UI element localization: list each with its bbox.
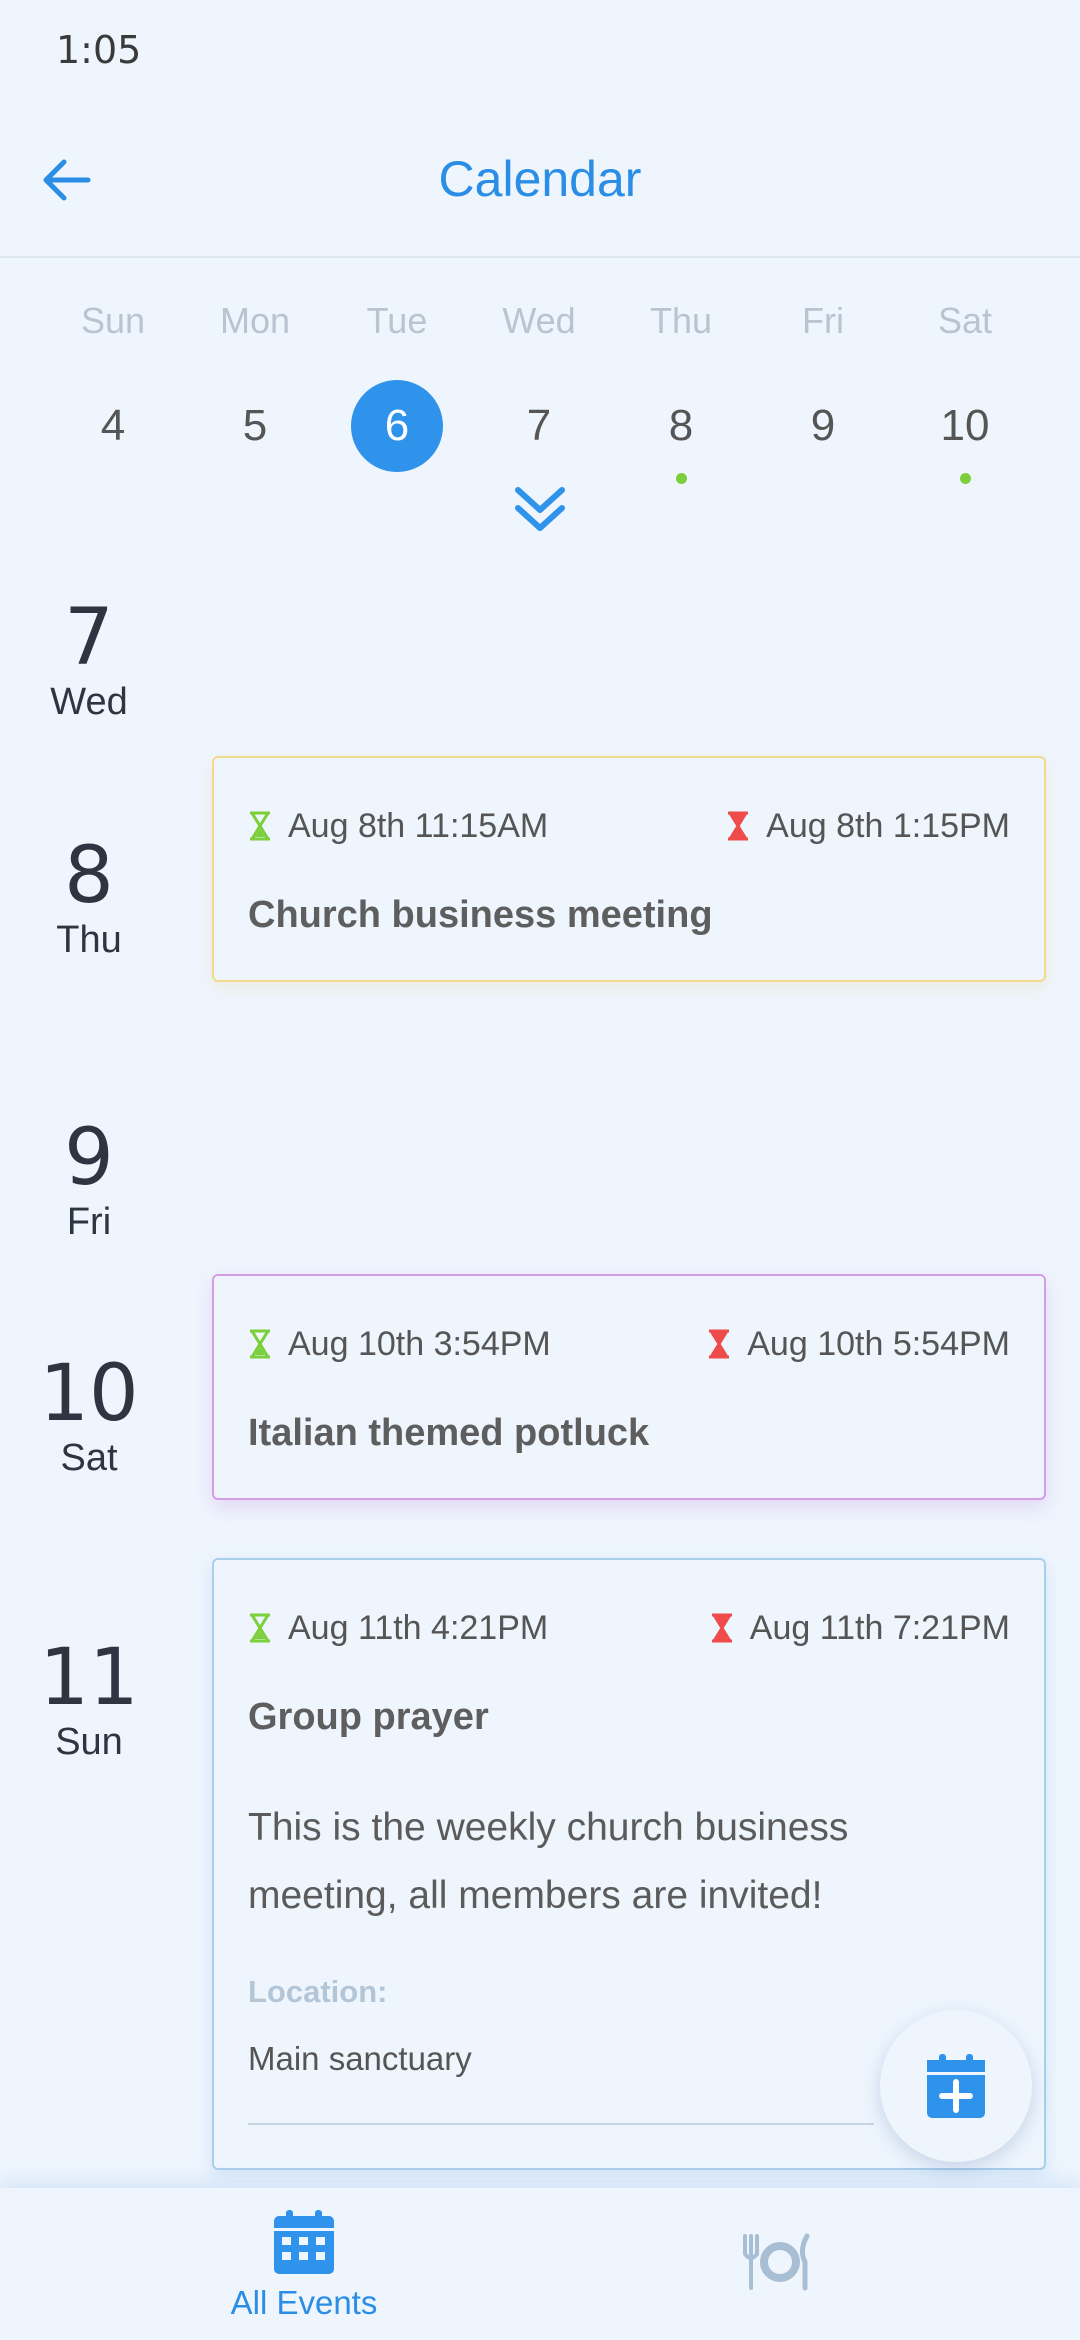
dow-sat: Sat bbox=[937, 300, 993, 341]
day-of-week-row: Sun Mon Tue Wed Thu Fri Sat bbox=[0, 300, 1080, 342]
calendar-grid-icon bbox=[274, 2210, 334, 2274]
date-number: 4 bbox=[100, 401, 126, 450]
event-end-time: Aug 8th 1:15PM bbox=[766, 806, 1010, 845]
event-end: Aug 10th 5:54PM bbox=[707, 1325, 1010, 1364]
event-time-row: Aug 8th 11:15AM Aug 8th 1:15PM bbox=[248, 804, 1010, 848]
hourglass-end-icon bbox=[728, 811, 749, 841]
week-strip: Sun Mon Tue Wed Thu Fri Sat 4 5 6 7 8 9 … bbox=[0, 258, 1080, 548]
agenda-day-name: Sun bbox=[55, 1721, 123, 1763]
agenda-day-number: 7 bbox=[64, 593, 114, 683]
agenda-day-11: 11 Sun bbox=[0, 1636, 178, 1764]
event-card[interactable]: Aug 10th 3:54PM Aug 10th 5:54PM Italian … bbox=[212, 1274, 1046, 1500]
event-start-time: Aug 10th 3:54PM bbox=[288, 1324, 551, 1363]
agenda-day-name: Fri bbox=[66, 1201, 112, 1243]
date-row: 4 5 6 7 8 9 10 bbox=[0, 380, 1080, 484]
calendar-add-icon bbox=[927, 2054, 985, 2118]
dow-wed: Wed bbox=[502, 300, 576, 341]
event-card[interactable]: Aug 8th 11:15AM Aug 8th 1:15PM Church bu… bbox=[212, 756, 1046, 982]
status-bar: 1:05 bbox=[0, 0, 1080, 100]
date-cell-5[interactable]: 5 bbox=[184, 380, 326, 472]
hourglass-start-icon bbox=[250, 1329, 270, 1359]
hourglass-start-icon bbox=[250, 811, 270, 841]
event-title: Church business meeting bbox=[248, 894, 713, 936]
dining-plate-icon bbox=[743, 2233, 810, 2291]
event-start-time: Aug 11th 4:21PM bbox=[288, 1608, 549, 1647]
location-value: Main sanctuary bbox=[248, 2040, 472, 2077]
event-end-time: Aug 10th 5:54PM bbox=[747, 1324, 1010, 1363]
agenda-day-name: Sat bbox=[60, 1437, 118, 1479]
event-start-time: Aug 8th 11:15AM bbox=[288, 806, 549, 845]
hourglass-end-icon bbox=[711, 1613, 732, 1643]
event-time-row: Aug 11th 4:21PM Aug 11th 7:21PM bbox=[248, 1606, 1010, 1650]
add-event-button[interactable] bbox=[880, 2010, 1032, 2162]
nav-all-events[interactable]: All Events bbox=[154, 2188, 454, 2340]
double-chevron-down-icon bbox=[515, 487, 565, 531]
date-number: 8 bbox=[668, 401, 694, 450]
dow-thu: Thu bbox=[649, 300, 713, 341]
expand-calendar-button[interactable] bbox=[510, 480, 570, 540]
agenda-day-number: 11 bbox=[39, 1633, 139, 1723]
date-cell-4[interactable]: 4 bbox=[42, 380, 184, 472]
event-end: Aug 11th 7:21PM bbox=[710, 1609, 1010, 1648]
date-cell-7[interactable]: 7 bbox=[468, 380, 610, 472]
hourglass-end-icon bbox=[709, 1329, 730, 1359]
event-start: Aug 10th 3:54PM bbox=[248, 1325, 551, 1364]
nav-label: All Events bbox=[230, 2284, 378, 2321]
agenda-day-7: 7 Wed bbox=[0, 596, 178, 724]
date-cell-8[interactable]: 8 bbox=[610, 380, 752, 484]
dow-fri: Fri bbox=[802, 300, 844, 341]
event-end: Aug 8th 1:15PM bbox=[726, 807, 1010, 846]
status-time: 1:05 bbox=[56, 28, 142, 72]
agenda-day-name: Thu bbox=[56, 919, 122, 961]
event-indicator-dot bbox=[959, 473, 971, 484]
event-start: Aug 8th 11:15AM bbox=[248, 807, 548, 846]
dow-tue: Tue bbox=[366, 300, 428, 341]
event-start: Aug 11th 4:21PM bbox=[248, 1609, 548, 1648]
event-end-time: Aug 11th 7:21PM bbox=[749, 1608, 1010, 1647]
hourglass-start-icon bbox=[250, 1613, 270, 1643]
agenda-day-10: 10 Sat bbox=[0, 1352, 178, 1480]
agenda-day-9: 9 Fri bbox=[0, 1116, 178, 1244]
event-title: Group prayer bbox=[248, 1696, 489, 1738]
date-cell-6-selected[interactable]: 6 bbox=[326, 380, 468, 472]
bottom-navigation: All Events bbox=[0, 2188, 1080, 2340]
event-time-row: Aug 10th 3:54PM Aug 10th 5:54PM bbox=[248, 1322, 1010, 1366]
location-label: Location: bbox=[248, 1974, 388, 2009]
page-title: Calendar bbox=[438, 151, 642, 207]
date-number: 10 bbox=[940, 401, 990, 450]
event-indicator-dot bbox=[675, 473, 687, 484]
date-number: 9 bbox=[810, 401, 836, 450]
date-cell-9[interactable]: 9 bbox=[752, 380, 894, 472]
agenda-day-number: 8 bbox=[64, 831, 114, 921]
dow-sun: Sun bbox=[80, 300, 146, 341]
agenda-day-number: 10 bbox=[39, 1349, 139, 1439]
event-title: Italian themed potluck bbox=[248, 1412, 650, 1454]
date-number: 5 bbox=[242, 401, 268, 450]
agenda-day-name: Wed bbox=[50, 681, 128, 723]
date-cell-10[interactable]: 10 bbox=[894, 380, 1036, 484]
date-number: 7 bbox=[526, 401, 552, 450]
dow-mon: Mon bbox=[219, 300, 291, 341]
app-bar: Calendar bbox=[0, 100, 1080, 258]
agenda-day-8: 8 Thu bbox=[0, 834, 178, 962]
agenda-day-number: 9 bbox=[64, 1113, 114, 1203]
nav-dining[interactable] bbox=[628, 2188, 928, 2340]
date-number: 6 bbox=[351, 380, 443, 472]
event-description: This is the weekly church business meeti… bbox=[248, 1806, 849, 1917]
divider bbox=[248, 2123, 874, 2125]
